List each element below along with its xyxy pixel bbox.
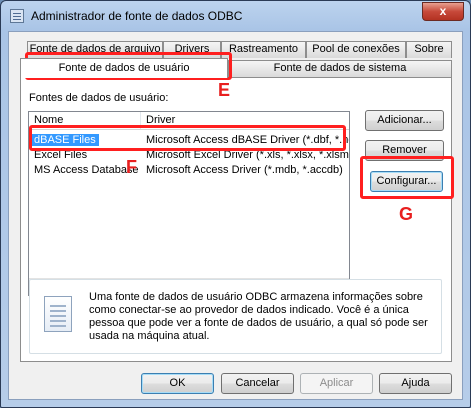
list-item[interactable]: MS Access Database Microsoft Access Driv… [29, 163, 349, 178]
info-text: Uma fonte de dados de usuário ODBC armaz… [89, 291, 428, 342]
list-label: Fontes de dados de usuário: [29, 92, 169, 104]
tab-connection-pooling[interactable]: Pool de conexões [306, 41, 406, 58]
cancel-button[interactable]: Cancelar [221, 373, 294, 394]
tab-system-dsn[interactable]: Fonte de dados de sistema [228, 60, 452, 77]
add-button[interactable]: Adicionar... [365, 110, 444, 131]
dsn-driver: Microsoft Access Driver (*.mdb, *.accdb) [146, 164, 343, 176]
annotation-letter-g: G [399, 204, 414, 224]
annotation-box-row [29, 125, 346, 151]
ok-button[interactable]: OK [141, 373, 214, 394]
apply-button: Aplicar [300, 373, 373, 394]
info-box: Uma fonte de dados de usuário ODBC armaz… [29, 279, 442, 354]
annotation-letter-f: F [126, 157, 137, 177]
annotation-letter-e: E [218, 80, 231, 100]
odbc-window: Administrador de fonte de dados ODBC x F… [0, 0, 471, 408]
tab-tracing[interactable]: Rastreamento [221, 41, 306, 58]
document-icon [44, 296, 72, 332]
title-bar[interactable]: Administrador de fonte de dados ODBC x [1, 1, 470, 31]
tab-about[interactable]: Sobre [406, 41, 452, 58]
annotation-box-button [360, 156, 454, 199]
dialog-client: Fonte de dados de arquivo Drivers Rastre… [8, 31, 463, 400]
dsn-name: MS Access Database [34, 164, 139, 176]
tab-user-dsn[interactable]: Fonte de dados de usuário [20, 58, 228, 78]
odbc-window-icon [10, 9, 24, 23]
close-button[interactable]: x [422, 2, 464, 21]
help-button[interactable]: Ajuda [379, 373, 452, 394]
window-title: Administrador de fonte de dados ODBC [31, 9, 243, 23]
